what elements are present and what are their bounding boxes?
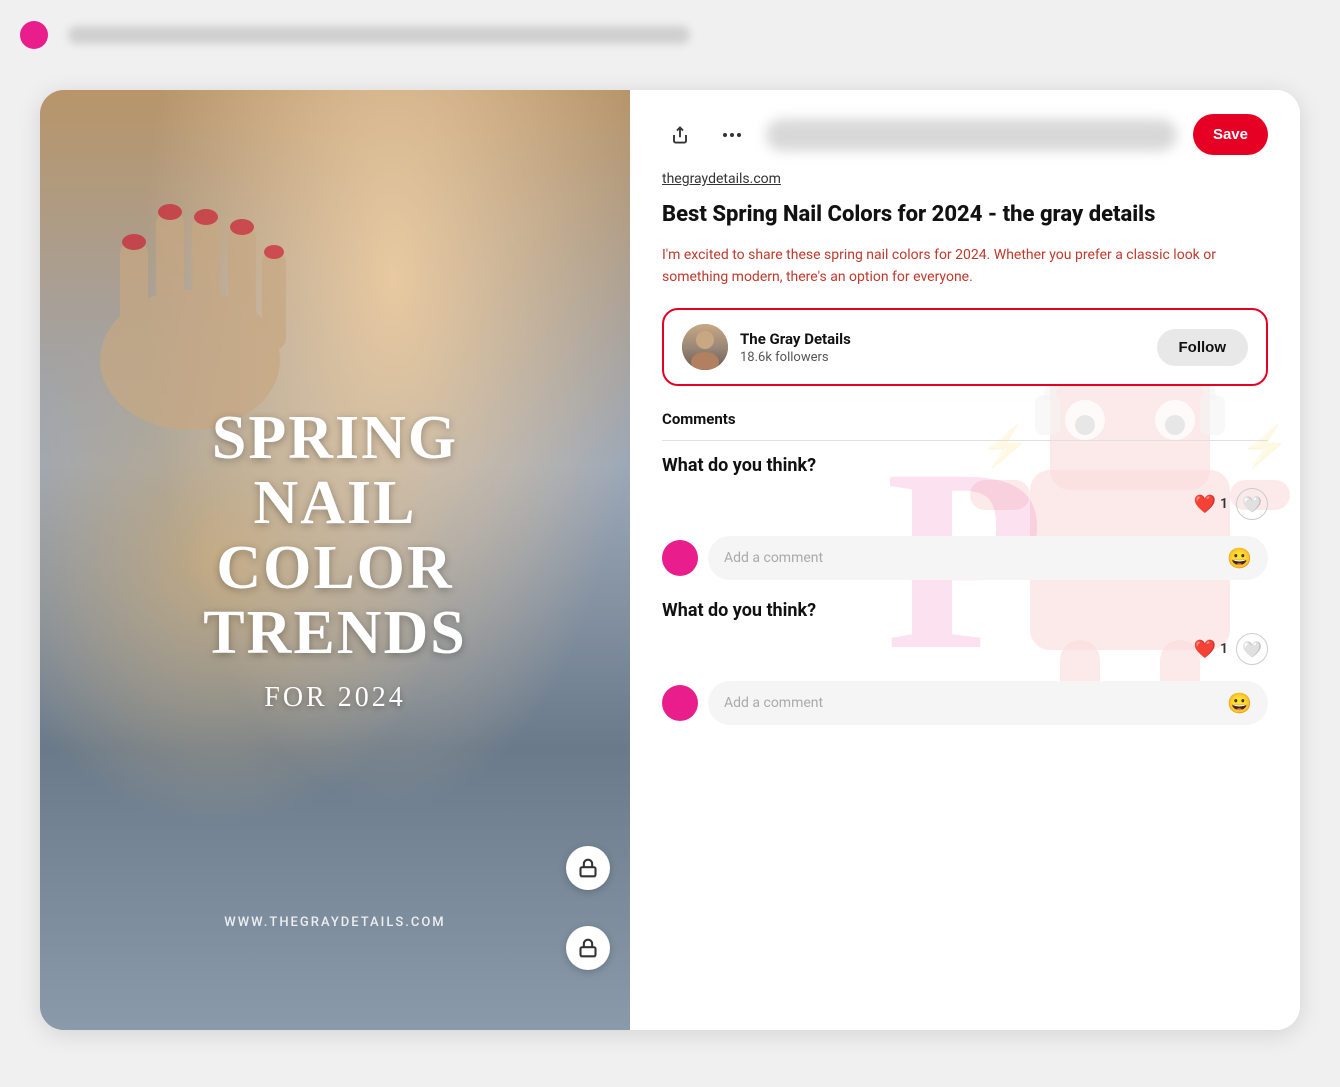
- heart-emoji-2: ❤️: [1194, 639, 1216, 660]
- author-avatar: [682, 324, 728, 370]
- comment-input-wrapper-1[interactable]: Add a comment 😀: [708, 536, 1268, 580]
- image-panel: SPRING NAIL COLOR TRENDS FOR 2024 WWW.TH…: [40, 90, 630, 1030]
- like-count-1: 1: [1220, 496, 1228, 512]
- comment-prompt-1: What do you think?: [662, 455, 1268, 476]
- comment-input-row-2: Add a comment 😀: [662, 681, 1268, 725]
- author-name: The Gray Details: [740, 330, 851, 348]
- lock-button-1[interactable]: [566, 846, 610, 890]
- heart-outline-1[interactable]: 🤍: [1236, 488, 1268, 520]
- comments-label: Comments: [662, 410, 1268, 428]
- comment-placeholder-2: Add a comment: [724, 695, 823, 711]
- header-row: Save: [662, 114, 1268, 155]
- author-card: The Gray Details 18.6k followers Follow: [662, 308, 1268, 386]
- lock-button-2[interactable]: [566, 926, 610, 970]
- heart-outline-2[interactable]: 🤍: [1236, 633, 1268, 665]
- post-description: I'm excited to share these spring nail c…: [662, 244, 1268, 289]
- profile-dot: [20, 21, 48, 49]
- author-text: The Gray Details 18.6k followers: [740, 330, 851, 365]
- share-button[interactable]: [662, 117, 698, 153]
- comment-action-row-1: ❤️ 1 🤍: [662, 488, 1268, 520]
- image-subtitle: FOR 2024: [264, 682, 405, 714]
- comment-input-wrapper-2[interactable]: Add a comment 😀: [708, 681, 1268, 725]
- source-link[interactable]: thegraydetails.com: [662, 171, 1268, 187]
- top-bar: [0, 0, 1340, 70]
- image-title: SPRING NAIL COLOR TRENDS: [203, 406, 467, 666]
- more-options-button[interactable]: [714, 117, 750, 153]
- comment-action-row-2: ❤️ 1 🤍: [662, 633, 1268, 665]
- like-badge-1: ❤️ 1: [1194, 494, 1228, 515]
- heart-emoji-1: ❤️: [1194, 494, 1216, 515]
- comment-placeholder-1: Add a comment: [724, 550, 823, 566]
- comment-divider: [662, 440, 1268, 441]
- author-info: The Gray Details 18.6k followers: [682, 324, 851, 370]
- comment-input-row-1: Add a comment 😀: [662, 536, 1268, 580]
- author-followers: 18.6k followers: [740, 350, 851, 365]
- follow-button[interactable]: Follow: [1157, 329, 1249, 366]
- emoji-button-2[interactable]: 😀: [1227, 691, 1252, 715]
- header-icons: [662, 117, 750, 153]
- comment-avatar-1: [662, 540, 698, 576]
- image-text-overlay: SPRING NAIL COLOR TRENDS FOR 2024: [40, 90, 630, 1030]
- top-bar-blur: [68, 26, 690, 44]
- header-blur-area: [766, 119, 1177, 151]
- right-panel: P: [630, 90, 1300, 1030]
- like-count-2: 1: [1220, 641, 1228, 657]
- emoji-button-1[interactable]: 😀: [1227, 546, 1252, 570]
- avatar-image: [682, 324, 728, 370]
- post-title: Best Spring Nail Colors for 2024 - the g…: [662, 201, 1268, 230]
- like-badge-2: ❤️ 1: [1194, 639, 1228, 660]
- image-url: WWW.THEGRAYDETAILS.COM: [40, 915, 630, 930]
- comment-prompt-2: What do you think?: [662, 600, 1268, 621]
- main-container: SPRING NAIL COLOR TRENDS FOR 2024 WWW.TH…: [40, 90, 1300, 1030]
- comment-avatar-2: [662, 685, 698, 721]
- save-button[interactable]: Save: [1193, 114, 1268, 155]
